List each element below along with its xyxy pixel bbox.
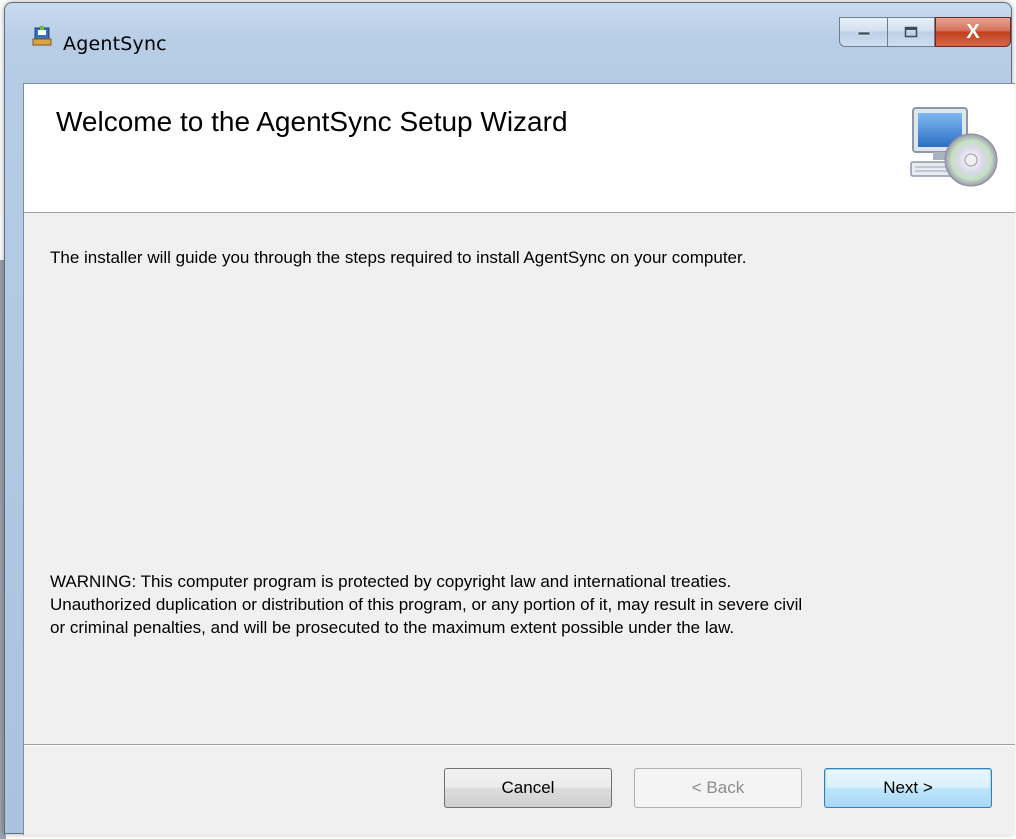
wizard-banner: Welcome to the AgentSync Setup Wizard [24, 84, 1015, 213]
warning-line: Unauthorized duplication or distribution… [50, 595, 803, 614]
maximize-icon [904, 26, 918, 38]
close-icon: X [966, 20, 980, 43]
next-button[interactable]: Next > [824, 768, 992, 808]
wizard-title: Welcome to the AgentSync Setup Wizard [56, 106, 568, 137]
warning-line: or criminal penalties, and will be prose… [50, 618, 735, 637]
footer-separator [24, 744, 1015, 746]
back-button[interactable]: < Back [634, 768, 802, 808]
minimize-button[interactable] [839, 17, 887, 47]
copyright-warning: WARNING: This computer program is protec… [50, 570, 1000, 639]
intro-text: The installer will guide you through the… [50, 248, 747, 267]
setup-wizard-window: AgentSync X Welcome to the AgentSync Set… [4, 2, 1015, 835]
maximize-button[interactable] [887, 17, 935, 47]
caption-buttons: X [839, 17, 1011, 47]
window-title: AgentSync [63, 33, 167, 55]
wizard-client-area: Welcome to the AgentSync Setup Wizard Th… [23, 83, 1015, 835]
installer-package-icon [31, 25, 53, 47]
cancel-button[interactable]: Cancel [444, 768, 612, 808]
warning-line: WARNING: This computer program is protec… [50, 572, 732, 591]
minimize-icon [857, 31, 870, 36]
computer-with-disc-icon [905, 100, 1005, 200]
title-bar[interactable]: AgentSync X [5, 3, 1011, 55]
close-button[interactable]: X [935, 17, 1011, 47]
